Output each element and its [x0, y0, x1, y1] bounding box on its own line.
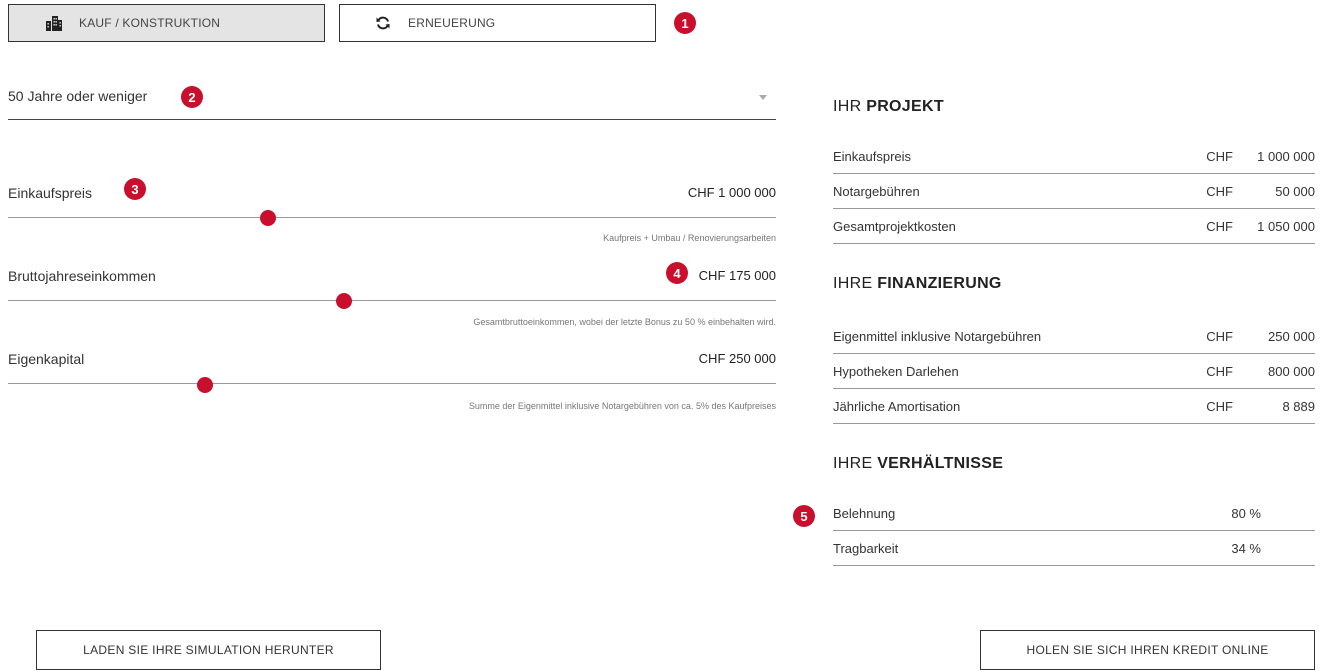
project-row: Notargebühren CHF 50 000	[833, 178, 1315, 209]
ratio-row: Tragbarkeit 34 %	[833, 535, 1315, 566]
row-value: 80 %	[1231, 506, 1261, 521]
slider-label-bruttojahreseinkommen: Bruttojahreseinkommen	[8, 268, 156, 284]
slider-hint-einkaufspreis: Kaufpreis + Umbau / Renovierungsarbeiten	[603, 233, 776, 243]
slider-thumb-eigenkapital[interactable]	[196, 377, 213, 393]
financing-row: Eigenmittel inklusive Notargebühren CHF 25…	[833, 323, 1315, 354]
badge-1: 1	[674, 12, 696, 34]
section-title-bold: PROJEKT	[866, 98, 944, 115]
row-currency: CHF	[1206, 149, 1233, 164]
row-value: 34 %	[1231, 541, 1261, 556]
badge-5: 5	[793, 505, 815, 527]
age-select[interactable]: 50 Jahre oder weniger	[8, 82, 776, 119]
section-title-verhaeltnisse: IHRE VERHÄLTNISSE	[833, 455, 1003, 473]
slider-hint-bruttojahreseinkommen: Gesamtbruttoeinkommen, wobei der letzte …	[473, 317, 776, 327]
section-title-bold: VERHÄLTNISSE	[877, 455, 1004, 472]
slider-value-einkaufspreis: CHF 1 000 000	[687, 185, 776, 200]
project-row: Einkaufspreis CHF 1 000 000	[833, 143, 1315, 174]
download-simulation-button[interactable]: LADEN SIE IHRE SIMULATION HERUNTER	[36, 630, 381, 670]
section-title-projekt: IHR PROJEKT	[833, 98, 944, 116]
refresh-icon	[372, 15, 394, 31]
section-title-finanzierung: IHRE FINANZIERUNG	[833, 275, 1002, 293]
slider-value-bruttojahreseinkommen: CHF 175 000	[698, 268, 776, 283]
row-value: 8 889	[1282, 399, 1315, 414]
row-label: Hypotheken Darlehen	[833, 364, 959, 379]
row-label: Gesamtprojektkosten	[833, 219, 956, 234]
tab-erneuerung[interactable]: ERNEUERUNG	[339, 4, 656, 42]
row-label: Jährliche Amortisation	[833, 399, 961, 414]
row-currency: CHF	[1206, 219, 1233, 234]
building-icon	[43, 15, 65, 31]
row-label: Belehnung	[833, 506, 896, 521]
slider-label-einkaufspreis: Einkaufspreis	[8, 185, 93, 201]
row-currency: CHF	[1206, 184, 1233, 199]
ratio-row: Belehnung 80 %	[833, 500, 1315, 531]
badge-3: 3	[124, 178, 146, 200]
slider-bruttojahreseinkommen[interactable]	[8, 300, 776, 301]
get-credit-online-button[interactable]: HOLEN SIE SICH IHREN KREDIT ONLINE	[980, 630, 1315, 670]
project-row: Gesamtprojektkosten CHF 1 050 000	[833, 213, 1315, 244]
tab-label: ERNEUERUNG	[408, 16, 496, 30]
financing-row: Hypotheken Darlehen CHF 800 000	[833, 358, 1315, 389]
section-title-bold: FINANZIERUNG	[877, 275, 1002, 292]
slider-hint-eigenkapital: Summe der Eigenmittel inklusive Notargeb…	[468, 401, 776, 411]
chevron-down-icon[interactable]	[759, 95, 767, 100]
badge-2: 2	[181, 86, 203, 108]
section-title-prefix: IHRE	[833, 275, 873, 292]
row-label: Eigenmittel inklusive Notargebühren	[833, 329, 1042, 344]
row-value: 1 050 000	[1257, 219, 1315, 234]
slider-label-eigenkapital: Eigenkapital	[8, 351, 85, 367]
financing-row: Jährliche Amortisation CHF 8 889	[833, 393, 1315, 424]
row-currency: CHF	[1206, 364, 1233, 379]
row-currency: CHF	[1206, 399, 1233, 414]
row-label: Tragbarkeit	[833, 541, 899, 556]
age-select-value: 50 Jahre oder weniger	[8, 88, 148, 104]
row-value: 800 000	[1268, 364, 1315, 379]
slider-eigenkapital[interactable]	[8, 383, 776, 384]
slider-einkaufspreis[interactable]	[8, 217, 776, 218]
row-value: 250 000	[1268, 329, 1315, 344]
row-value: 1 000 000	[1257, 149, 1315, 164]
slider-thumb-bruttojahreseinkommen[interactable]	[336, 293, 353, 309]
row-currency: CHF	[1206, 329, 1233, 344]
row-label: Notargebühren	[833, 184, 920, 199]
select-underline	[8, 119, 776, 120]
tab-label: KAUF / KONSTRUKTION	[79, 16, 221, 30]
row-value: 50 000	[1275, 184, 1315, 199]
tab-kauf-konstruktion[interactable]: KAUF / KONSTRUKTION	[8, 4, 325, 42]
section-title-prefix: IHR	[833, 98, 862, 115]
slider-value-eigenkapital: CHF 250 000	[698, 351, 776, 366]
badge-4: 4	[666, 262, 688, 284]
slider-thumb-einkaufspreis[interactable]	[259, 210, 276, 226]
section-title-prefix: IHRE	[833, 455, 873, 472]
row-label: Einkaufspreis	[833, 149, 912, 164]
